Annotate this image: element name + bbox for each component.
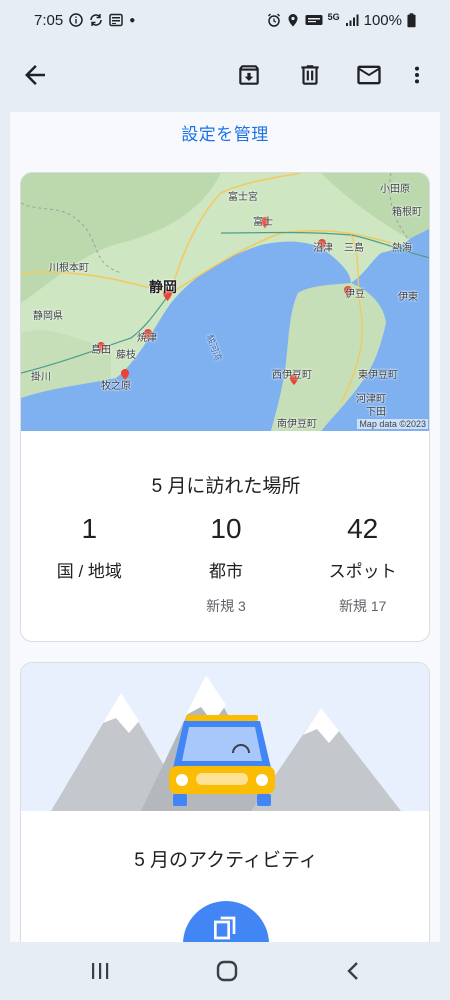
email-content: 設定を管理 富士宮 富士 小田原 箱根町 沼津 三島 熱海 川根本町 静岡 静岡… bbox=[10, 112, 440, 942]
map-place-label: 下田 bbox=[366, 407, 386, 418]
system-back-button[interactable] bbox=[333, 956, 373, 986]
location-icon bbox=[288, 14, 298, 27]
map-place-label: 島田 bbox=[91, 345, 111, 356]
stat-label: 都市 bbox=[209, 562, 243, 581]
map-place-label: 藤枝 bbox=[116, 350, 136, 361]
delete-icon bbox=[301, 65, 319, 85]
documents-icon bbox=[214, 916, 236, 940]
info-icon bbox=[69, 13, 83, 27]
network-label: 5G bbox=[327, 12, 340, 22]
notification-dot-icon: ● bbox=[129, 14, 136, 26]
map-place-label: 南伊豆町 bbox=[277, 419, 317, 430]
home-icon bbox=[216, 960, 238, 982]
battery-icon bbox=[407, 12, 416, 27]
activity-title: 5 月のアクティビティ bbox=[134, 850, 318, 871]
stat-spots: 42 スポット 新規 17 bbox=[294, 513, 429, 614]
delete-button[interactable] bbox=[293, 58, 327, 92]
stat-new: 新規 17 bbox=[338, 598, 387, 614]
manage-settings-link[interactable]: 設定を管理 bbox=[10, 120, 440, 145]
alarm-icon bbox=[267, 13, 280, 27]
mail-icon bbox=[357, 65, 381, 85]
activity-action-button[interactable] bbox=[183, 901, 269, 942]
volte-icon bbox=[305, 15, 323, 25]
map-place-label: 伊東 bbox=[398, 292, 418, 303]
map-place-label: 箱根町 bbox=[392, 207, 422, 218]
map-place-label: 掛川 bbox=[31, 372, 51, 383]
archive-icon bbox=[239, 65, 259, 85]
activity-card[interactable]: 5 月のアクティビティ bbox=[20, 662, 430, 942]
map-place-label: 牧之原 bbox=[101, 381, 131, 392]
recents-button[interactable] bbox=[80, 956, 120, 986]
places-visited-card[interactable]: 富士宮 富士 小田原 箱根町 沼津 三島 熱海 川根本町 静岡 静岡県 伊豆 伊… bbox=[20, 172, 430, 642]
battery-percent: 100% bbox=[363, 11, 402, 29]
signal-icon bbox=[345, 14, 359, 26]
arrow-back-icon bbox=[25, 65, 45, 85]
stat-new: 新規 3 bbox=[206, 598, 246, 614]
map-place-label: 静岡 bbox=[149, 279, 177, 295]
map-place-label: 伊豆 bbox=[345, 289, 365, 300]
stat-value: 10 bbox=[210, 513, 242, 544]
app-bar bbox=[0, 40, 450, 112]
map-place-label: 東伊豆町 bbox=[358, 370, 398, 381]
stat-value: 42 bbox=[347, 513, 379, 544]
sync-icon bbox=[90, 14, 103, 26]
map-place-label: 富士 bbox=[253, 217, 273, 228]
map-place-label: 三島 bbox=[344, 243, 364, 254]
map-place-label: 熱海 bbox=[392, 243, 412, 254]
news-icon bbox=[109, 13, 123, 27]
car-icon bbox=[169, 715, 275, 806]
stat-new bbox=[21, 596, 158, 614]
map-place-label: 富士宮 bbox=[228, 192, 258, 203]
map-place-label: 沼津 bbox=[313, 243, 333, 254]
back-button[interactable] bbox=[20, 60, 50, 90]
activity-illustration bbox=[21, 663, 429, 811]
map-credit: Map data ©2023 bbox=[357, 419, 428, 429]
archive-button[interactable] bbox=[232, 58, 266, 92]
map-place-label: 静岡県 bbox=[33, 311, 63, 322]
status-bar: 7:05 ● 5G 100% bbox=[0, 0, 450, 40]
more-options-button[interactable] bbox=[406, 58, 428, 92]
map-place-label: 焼津 bbox=[137, 333, 157, 344]
more-vert-icon bbox=[414, 66, 420, 84]
visited-map[interactable]: 富士宮 富士 小田原 箱根町 沼津 三島 熱海 川根本町 静岡 静岡県 伊豆 伊… bbox=[21, 173, 429, 431]
visits-title: 5 月に訪れた場所 bbox=[151, 476, 301, 497]
stat-countries: 1 国 / 地域 bbox=[21, 513, 158, 614]
system-nav-bar bbox=[0, 942, 450, 1000]
map-place-label: 川根本町 bbox=[49, 263, 89, 274]
visit-stats: 1 国 / 地域 10 都市 新規 3 42 スポット 新規 17 bbox=[21, 513, 429, 614]
map-place-label: 西伊豆町 bbox=[272, 370, 312, 381]
stat-label: スポット bbox=[328, 562, 397, 581]
mail-button[interactable] bbox=[352, 58, 386, 92]
map-place-label: 小田原 bbox=[380, 184, 410, 195]
nav-back-icon bbox=[347, 962, 358, 980]
home-button[interactable] bbox=[207, 956, 247, 986]
stat-label: 国 / 地域 bbox=[56, 562, 122, 581]
stat-value: 1 bbox=[81, 513, 98, 544]
stat-cities: 10 都市 新規 3 bbox=[158, 513, 295, 614]
status-time: 7:05 bbox=[34, 11, 64, 29]
recents-icon bbox=[92, 963, 109, 979]
